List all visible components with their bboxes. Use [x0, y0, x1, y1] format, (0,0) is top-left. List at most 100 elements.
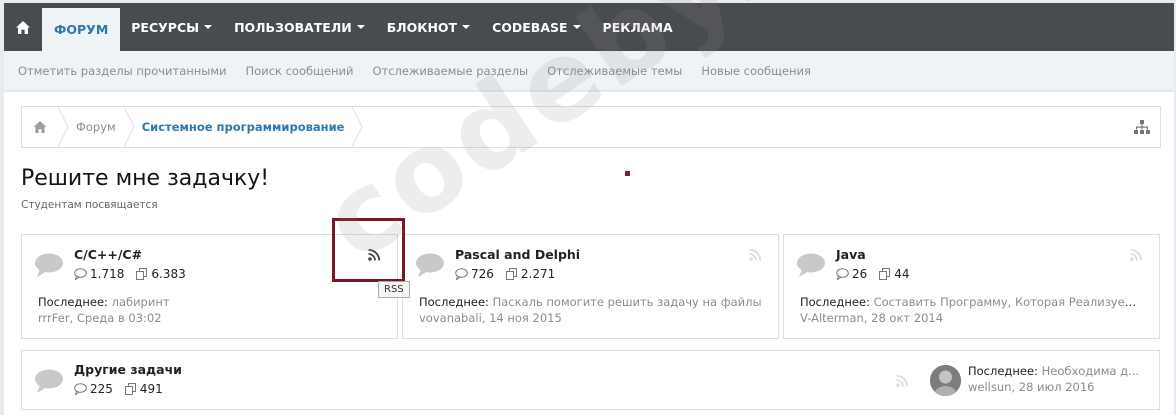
- forum-card-other: Другие задачи 225 491 Последнее: Необход…: [21, 350, 1160, 410]
- last-post-meta-other: wellsun, 28 июл 2016: [968, 380, 1095, 394]
- thread-count: 726: [471, 267, 494, 281]
- message-count: 44: [894, 267, 910, 281]
- search-messages-link[interactable]: Поиск сообщений: [246, 64, 354, 78]
- breadcrumb-separator: [352, 107, 364, 147]
- decorative-dot: [625, 171, 630, 176]
- rss-icon[interactable]: [1130, 249, 1142, 261]
- avatar[interactable]: [930, 365, 961, 396]
- last-post-date: Среда в 03:02: [76, 311, 162, 325]
- breadcrumb-system-programming[interactable]: Системное программирование: [136, 120, 353, 134]
- chevron-down-icon: [572, 25, 581, 29]
- last-post-date: 14 ноя 2015: [489, 311, 562, 325]
- breadcrumb: Форум Системное программирование: [21, 106, 1161, 148]
- speech-bubble-icon: [416, 253, 444, 277]
- comment-icon: [74, 268, 87, 280]
- message-count: 6.383: [151, 267, 186, 281]
- watched-threads-link[interactable]: Отслеживаемые темы: [547, 64, 682, 78]
- forum-title-java[interactable]: Java: [836, 247, 866, 262]
- chevron-down-icon: [204, 25, 213, 29]
- last-post-meta-java: V-Alterman, 28 окт 2014: [800, 311, 944, 325]
- nav-resources-label: РЕСУРСЫ: [131, 19, 200, 35]
- last-post-label: Последнее:: [38, 295, 108, 309]
- home-nav-button[interactable]: [4, 3, 42, 51]
- rss-tooltip: RSS: [378, 281, 410, 298]
- nav-users[interactable]: ПОЛЬЗОВАТЕЛИ: [223, 3, 376, 51]
- last-post-date: 28 июл 2016: [1018, 380, 1095, 394]
- page-description: Студентам посвящается: [21, 199, 158, 211]
- speech-bubble-icon: [35, 369, 63, 393]
- comment-icon: [836, 268, 849, 280]
- comment-icon: [455, 268, 468, 280]
- forum-card-java: Java 26 44 Последнее: Составить Программ…: [783, 234, 1160, 339]
- last-post-pascal: Последнее: Паскаль помогите решить задач…: [419, 295, 774, 309]
- forum-stats-c: 1.718 6.383: [74, 267, 186, 281]
- nav-resources[interactable]: РЕСУРСЫ: [120, 3, 223, 51]
- watched-forums-link[interactable]: Отслеживаемые разделы: [372, 64, 528, 78]
- thread-count: 26: [852, 267, 868, 281]
- nav-codebase-label: CODEBASE: [492, 19, 568, 35]
- forum-stats-pascal: 726 2.271: [455, 267, 555, 281]
- top-navigation: ФОРУМ РЕСУРСЫ ПОЛЬЗОВАТЕЛИ БЛОКНОТ CODEB…: [4, 3, 1174, 51]
- nav-forum[interactable]: ФОРУМ: [42, 8, 121, 51]
- rss-icon[interactable]: [896, 375, 908, 387]
- last-post-meta-c: rrrFer, Среда в 03:02: [38, 311, 162, 325]
- forum-stats-other: 225 491: [74, 382, 163, 396]
- breadcrumb-forum[interactable]: Форум: [70, 120, 124, 134]
- speech-bubble-icon: [797, 253, 825, 277]
- breadcrumb-separator: [123, 107, 135, 147]
- forum-title-other[interactable]: Другие задачи: [74, 362, 182, 377]
- forum-card-pascal: Pascal and Delphi 726 2.271 Последнее: П…: [402, 234, 779, 339]
- copy-icon: [879, 268, 891, 280]
- last-post-c: Последнее: лабиринт: [38, 295, 358, 309]
- page-content: Форум Системное программирование Решите …: [4, 92, 1174, 415]
- new-posts-link[interactable]: Новые сообщения: [701, 64, 811, 78]
- breadcrumb-separator: [58, 107, 69, 147]
- speech-bubble-icon: [35, 253, 63, 277]
- last-post-label: Последнее:: [800, 295, 870, 309]
- nav-codebase[interactable]: CODEBASE: [481, 3, 591, 51]
- last-post-meta-pascal: vovanabali, 14 ноя 2015: [419, 311, 562, 325]
- last-post-thread[interactable]: Составить Программу, Которая Реализует..…: [874, 295, 1140, 309]
- last-post-user[interactable]: rrrFer: [38, 311, 70, 325]
- home-icon: [16, 20, 30, 34]
- rss-icon[interactable]: [749, 249, 761, 261]
- last-post-date: 28 окт 2014: [871, 311, 944, 325]
- last-post-thread[interactable]: лабиринт: [112, 295, 170, 309]
- copy-icon: [505, 268, 517, 280]
- nav-notebook-label: БЛОКНОТ: [386, 19, 458, 35]
- rss-highlight-box: [332, 218, 405, 282]
- last-post-user[interactable]: vovanabali: [419, 311, 482, 325]
- copy-icon: [136, 268, 148, 280]
- last-post-thread[interactable]: Паскаль помогите решить задачу на файлы: [493, 295, 762, 309]
- nav-ads-label: РЕКЛАМА: [602, 19, 673, 35]
- mark-read-link[interactable]: Отметить разделы прочитанными: [18, 64, 227, 78]
- breadcrumb-home[interactable]: [22, 107, 58, 147]
- chevron-down-icon: [356, 25, 365, 29]
- last-post-label: Последнее:: [419, 295, 489, 309]
- user-avatar-icon: [930, 365, 961, 396]
- chevron-down-icon: [462, 25, 471, 29]
- nav-ads[interactable]: РЕКЛАМА: [592, 3, 684, 51]
- thread-count: 225: [90, 382, 113, 396]
- last-post-user[interactable]: V-Alterman: [800, 311, 864, 325]
- nav-forum-label: ФОРУМ: [54, 22, 109, 37]
- last-post-java: Последнее: Составить Программу, Которая …: [800, 295, 1140, 309]
- comment-icon: [74, 383, 87, 395]
- page-title: Решите мне задачку!: [21, 166, 270, 191]
- last-post-other: Последнее: Необходима д...: [968, 364, 1143, 378]
- home-icon: [33, 121, 47, 133]
- message-count: 491: [139, 382, 163, 396]
- sitemap-icon[interactable]: [1134, 120, 1150, 134]
- nav-notebook[interactable]: БЛОКНОТ: [376, 3, 481, 51]
- copy-icon: [124, 383, 136, 395]
- thread-count: 1.718: [90, 267, 125, 281]
- forum-title-c[interactable]: C/C++/C#: [74, 247, 142, 262]
- last-post-user[interactable]: wellsun: [968, 380, 1011, 394]
- forum-title-pascal[interactable]: Pascal and Delphi: [455, 247, 580, 262]
- nav-users-label: ПОЛЬЗОВАТЕЛИ: [234, 19, 352, 35]
- last-post-thread[interactable]: Необходима д...: [1042, 364, 1139, 378]
- forum-stats-java: 26 44: [836, 267, 910, 281]
- sub-navigation: Отметить разделы прочитанными Поиск сооб…: [4, 51, 1174, 91]
- message-count: 2.271: [520, 267, 556, 281]
- last-post-label: Последнее:: [968, 364, 1038, 378]
